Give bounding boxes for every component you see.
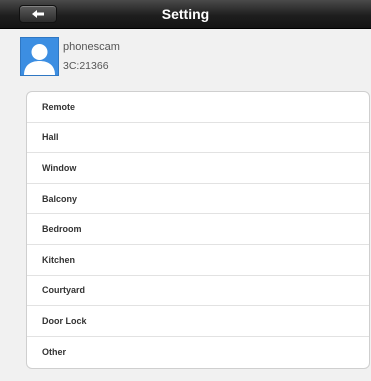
list-item-window[interactable]: Window (27, 153, 369, 184)
list-item-remote[interactable]: Remote (27, 92, 369, 123)
profile-name: phonescam (63, 41, 120, 53)
list-item-other[interactable]: Other (27, 337, 369, 368)
title-bar: Setting (0, 0, 371, 29)
list-item-kitchen[interactable]: Kitchen (27, 245, 369, 276)
list-item-door-lock[interactable]: Door Lock (27, 306, 369, 337)
list-item-hall[interactable]: Hall (27, 123, 369, 154)
list-item-bedroom[interactable]: Bedroom (27, 214, 369, 245)
profile-card[interactable]: phonescam 3C:21366 (18, 36, 258, 78)
user-avatar-icon (20, 37, 59, 76)
profile-id: 3C:21366 (63, 60, 109, 72)
page-title: Setting (161, 6, 210, 22)
list-item-balcony[interactable]: Balcony (27, 184, 369, 215)
list-item-courtyard[interactable]: Courtyard (27, 276, 369, 307)
settings-list: Remote Hall Window Balcony Bedroom Kitch… (26, 91, 370, 369)
